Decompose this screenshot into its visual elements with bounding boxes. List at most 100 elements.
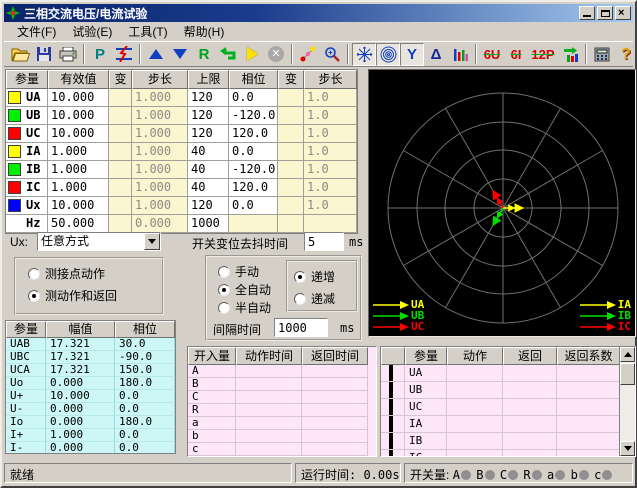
checkbox[interactable] xyxy=(389,450,393,457)
rms-cell[interactable]: 10.000 xyxy=(48,107,109,125)
checkbox[interactable] xyxy=(389,433,393,449)
result-table-scrollbar[interactable] xyxy=(619,347,635,456)
limit-cell[interactable]: 120 xyxy=(188,197,229,215)
vary-cell[interactable] xyxy=(109,161,132,179)
short-circuit-button[interactable] xyxy=(112,43,136,66)
step-cell[interactable]: 1.000 xyxy=(132,107,188,125)
step-cell[interactable]: 1.000 xyxy=(132,179,188,197)
vary-cell[interactable] xyxy=(109,107,132,125)
raise-button[interactable] xyxy=(144,43,168,66)
vary-cell[interactable] xyxy=(278,89,304,107)
six-voltage-button[interactable]: 6U xyxy=(480,43,504,66)
help-button[interactable]: ? xyxy=(614,43,637,66)
minimize-button[interactable] xyxy=(579,6,595,20)
menu-help[interactable]: 帮助(H) xyxy=(177,21,232,42)
calculator-button[interactable] xyxy=(590,43,614,66)
rms-cell[interactable]: 1.000 xyxy=(48,143,109,161)
radio-decrease[interactable]: 递减 xyxy=(294,290,335,307)
step-cell[interactable]: 1.000 xyxy=(132,89,188,107)
scroll-down-button[interactable] xyxy=(620,441,635,456)
step-cell[interactable]: 1.000 xyxy=(132,143,188,161)
menu-tools[interactable]: 工具(T) xyxy=(121,21,174,42)
menu-file[interactable]: 文件(F) xyxy=(10,21,63,42)
phase-cell[interactable]: -120.0 xyxy=(229,107,278,125)
scrollbar-thumb[interactable] xyxy=(620,363,635,385)
phase-step-cell[interactable]: 1.0 xyxy=(304,143,357,161)
limit-cell[interactable]: 120 xyxy=(188,125,229,143)
rays-view-button[interactable] xyxy=(352,43,376,66)
scroll-up-button[interactable] xyxy=(620,347,635,362)
radio-increase[interactable]: 递增 xyxy=(294,268,335,285)
phase-cell[interactable]: 0.0 xyxy=(229,197,278,215)
phase-step-cell[interactable]: 1.0 xyxy=(304,125,357,143)
vary-cell[interactable] xyxy=(109,197,132,215)
radio-contact-action[interactable]: 测接点动作 xyxy=(28,265,105,282)
close-button[interactable]: × xyxy=(615,6,631,20)
phase-cell[interactable]: 0.0 xyxy=(229,89,278,107)
delta-connection-button[interactable]: Δ xyxy=(424,43,448,66)
open-button[interactable] xyxy=(8,43,32,66)
step-cell[interactable]: 1.000 xyxy=(132,125,188,143)
phase-cell[interactable] xyxy=(229,215,278,233)
phase-step-cell[interactable]: 1.0 xyxy=(304,89,357,107)
rms-cell[interactable]: 10.000 xyxy=(48,89,109,107)
checkbox[interactable] xyxy=(389,382,393,398)
interval-input[interactable] xyxy=(274,318,328,337)
vary-cell[interactable] xyxy=(109,215,132,233)
zoom-button[interactable] xyxy=(320,43,344,66)
vary-cell[interactable] xyxy=(109,89,132,107)
phase-step-cell[interactable] xyxy=(304,215,357,233)
limit-cell[interactable]: 1000 xyxy=(188,215,229,233)
checkbox[interactable] xyxy=(389,416,393,432)
phase-cell[interactable]: -120.0 xyxy=(229,161,278,179)
vary-cell[interactable] xyxy=(278,125,304,143)
vary-cell[interactable] xyxy=(109,179,132,197)
step-cell[interactable]: 1.000 xyxy=(132,197,188,215)
rms-cell[interactable]: 1.000 xyxy=(48,161,109,179)
phase-step-cell[interactable]: 1.0 xyxy=(304,107,357,125)
vary-cell[interactable] xyxy=(109,143,132,161)
debounce-input[interactable] xyxy=(304,232,344,251)
limit-cell[interactable]: 40 xyxy=(188,161,229,179)
six-current-button[interactable]: 6I xyxy=(504,43,528,66)
vary-cell[interactable] xyxy=(278,143,304,161)
radio-semi-auto[interactable]: 半自动 xyxy=(218,299,271,316)
step-cell[interactable]: 1.000 xyxy=(132,161,188,179)
undo-button[interactable] xyxy=(216,43,240,66)
ux-mode-combobox[interactable]: 任意方式 xyxy=(37,232,161,251)
parameter-setup-button[interactable]: P xyxy=(88,43,112,66)
print-button[interactable] xyxy=(56,43,80,66)
phase-cell[interactable]: 120.0 xyxy=(229,179,278,197)
limit-cell[interactable]: 40 xyxy=(188,143,229,161)
circles-view-button[interactable] xyxy=(376,43,400,66)
vary-cell[interactable] xyxy=(109,125,132,143)
rms-cell[interactable]: 10.000 xyxy=(48,197,109,215)
vary-cell[interactable] xyxy=(278,215,304,233)
limit-cell[interactable]: 120 xyxy=(188,89,229,107)
rms-cell[interactable]: 10.000 xyxy=(48,125,109,143)
combo-dropdown-button[interactable] xyxy=(144,233,160,250)
phase-cell[interactable]: 120.0 xyxy=(229,125,278,143)
step-cell[interactable]: 0.000 xyxy=(132,215,188,233)
y-connection-button[interactable]: Y xyxy=(400,43,424,66)
vary-cell[interactable] xyxy=(278,179,304,197)
output-status-button[interactable] xyxy=(558,43,582,66)
phase-step-cell[interactable]: 1.0 xyxy=(304,161,357,179)
save-button[interactable] xyxy=(32,43,56,66)
phase-step-cell[interactable]: 1.0 xyxy=(304,197,357,215)
checkbox[interactable] xyxy=(389,365,393,381)
limit-cell[interactable]: 40 xyxy=(188,179,229,197)
vary-cell[interactable] xyxy=(278,197,304,215)
bar-chart-button[interactable] xyxy=(448,43,472,66)
radio-full-auto[interactable]: 全自动 xyxy=(218,281,271,298)
twelve-phase-button[interactable]: 12P xyxy=(528,43,558,66)
reset-button[interactable]: R xyxy=(192,43,216,66)
phase-cell[interactable]: 0.0 xyxy=(229,143,278,161)
vary-cell[interactable] xyxy=(278,161,304,179)
limit-cell[interactable]: 120 xyxy=(188,107,229,125)
rms-cell[interactable]: 50.000 xyxy=(48,215,109,233)
radio-action-and-return[interactable]: 测动作和返回 xyxy=(28,287,117,304)
lower-button[interactable] xyxy=(168,43,192,66)
radio-manual[interactable]: 手动 xyxy=(218,263,259,280)
vector-diagram-button[interactable] xyxy=(296,43,320,66)
